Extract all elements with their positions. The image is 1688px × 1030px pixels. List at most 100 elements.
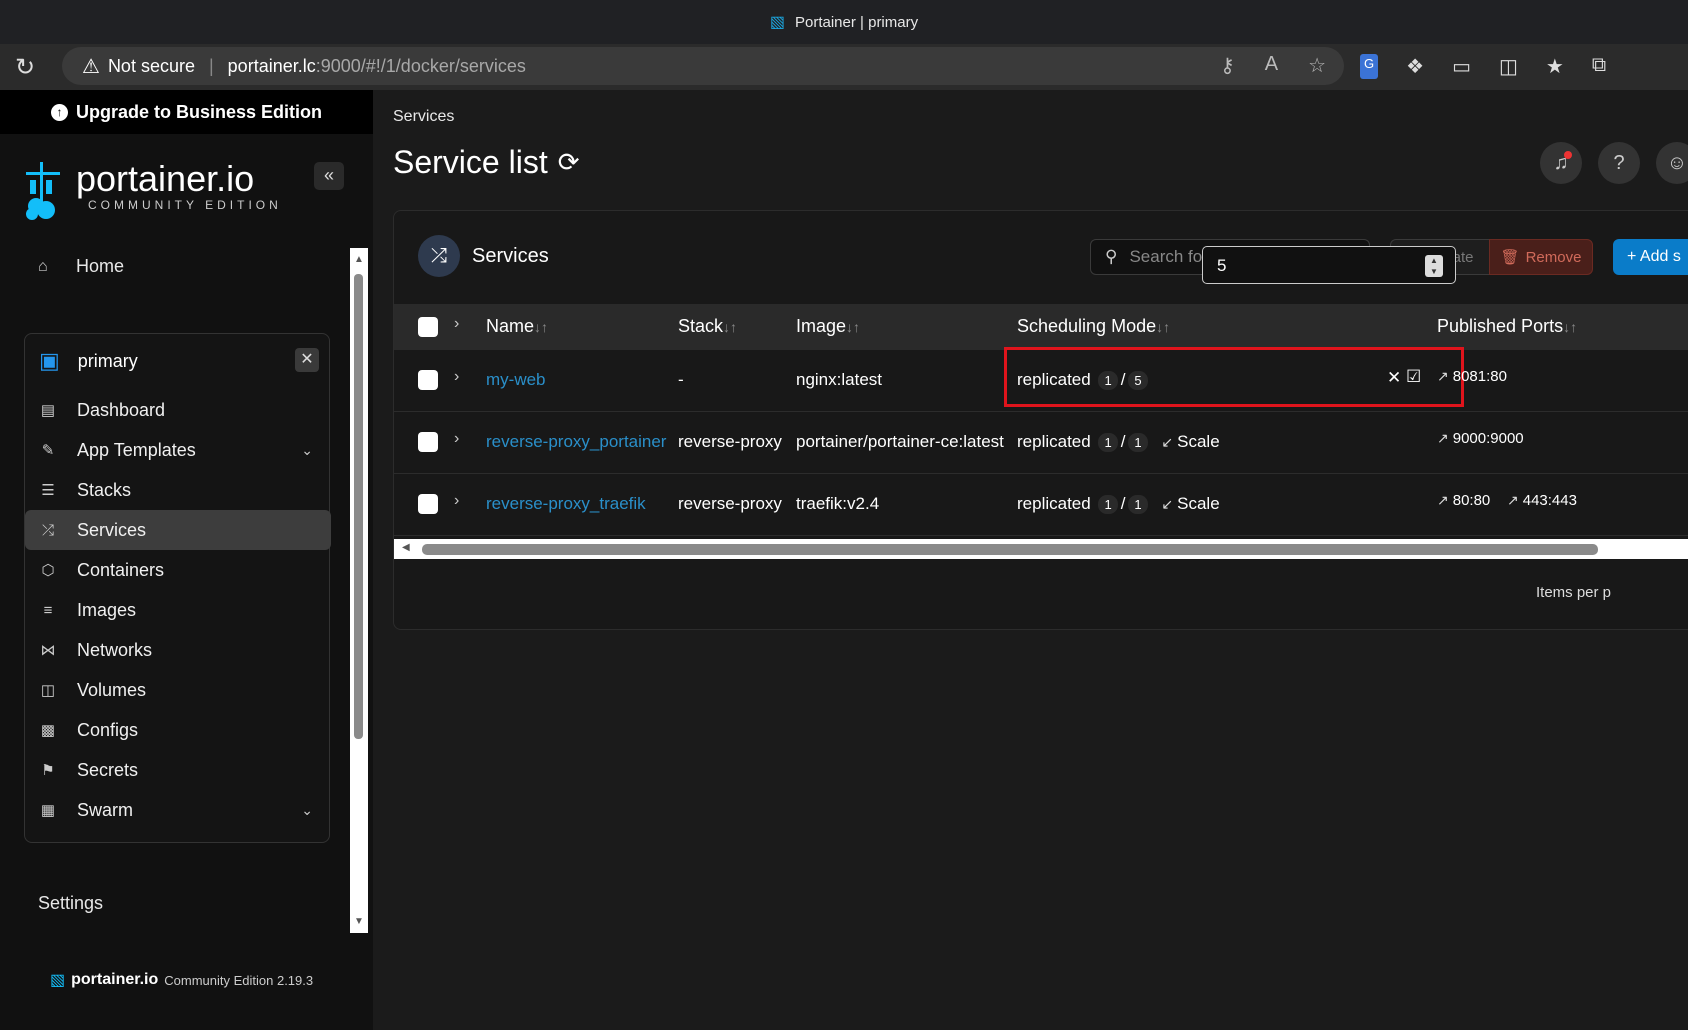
favorites-icon[interactable]: ★: [1546, 54, 1564, 79]
portainer-small-logo-icon: ▧: [50, 972, 66, 989]
column-image[interactable]: Image↓↑: [796, 316, 860, 337]
chevron-down-icon[interactable]: ⌄: [301, 442, 313, 459]
notifications-button[interactable]: ♫: [1540, 142, 1582, 184]
collections-icon[interactable]: ⧉: [1592, 54, 1606, 79]
cast-icon[interactable]: ▭: [1452, 54, 1471, 79]
clipboard-icon: ▩: [40, 722, 56, 739]
sidebar-item-containers[interactable]: ⬡ Containers: [25, 550, 331, 590]
footer-brand: ▧ portainer.io Community Edition 2.19.3: [50, 971, 314, 989]
portainer-tab-icon: ▧: [769, 14, 785, 31]
published-port-link[interactable]: ↗ 443:443: [1507, 492, 1577, 509]
layers-icon: ☰: [41, 482, 55, 499]
reload-icon[interactable]: ↻: [0, 53, 50, 82]
sidebar-item-configs[interactable]: ▩ Configs: [25, 710, 331, 750]
sidebar-item-secrets[interactable]: ⚑ Secrets: [25, 750, 331, 790]
split-screen-icon[interactable]: ◫: [1499, 54, 1518, 79]
sidebar-item-stacks[interactable]: ☰ Stacks: [25, 470, 331, 510]
service-name-link[interactable]: my-web: [486, 370, 546, 390]
help-button[interactable]: ?: [1598, 142, 1640, 184]
url-path: :9000/#!/1/docker/services: [315, 55, 526, 76]
replicas-input[interactable]: 5 ▲ ▼: [1202, 246, 1456, 284]
column-name[interactable]: Name↓↑: [486, 316, 548, 337]
cancel-icon[interactable]: ✕: [1387, 368, 1401, 388]
search-icon: ⚲: [1105, 247, 1118, 266]
expand-row-icon[interactable]: ›: [454, 368, 459, 386]
expand-row-icon[interactable]: ›: [454, 492, 459, 510]
scale-button[interactable]: Scale: [1177, 494, 1220, 513]
sort-icon: ↓↑: [534, 319, 549, 335]
scale-icon: ↙: [1161, 434, 1174, 450]
dashboard-icon: ▤: [40, 402, 56, 419]
brand-logo[interactable]: portainer.io COMMUNITY EDITION: [22, 160, 282, 222]
address-bar[interactable]: ⚠ Not secure | portainer.lc :9000/#!/1/d…: [62, 47, 1344, 85]
sidebar-item-home[interactable]: ⌂ Home: [38, 256, 124, 277]
column-stack[interactable]: Stack↓↑: [678, 316, 737, 337]
external-link-icon: ↗: [1437, 430, 1449, 446]
upgrade-button[interactable]: ↑ Upgrade to Business Edition: [0, 90, 373, 134]
external-link-icon: ↗: [1507, 492, 1519, 508]
sidebar-item-volumes[interactable]: ◫ Volumes: [25, 670, 331, 710]
arrow-up-circle-icon: ↑: [50, 103, 68, 121]
environment-panel: ▣ primary ✕ ▤ Dashboard ✎ App Templates …: [24, 333, 331, 843]
row-checkbox[interactable]: [418, 494, 438, 514]
column-scheduling-mode[interactable]: Scheduling Mode↓↑: [1017, 316, 1170, 337]
scroll-left-icon[interactable]: ◀: [402, 542, 410, 553]
published-port-link[interactable]: ↗ 9000:9000: [1437, 430, 1524, 447]
extensions-icon[interactable]: ❖: [1406, 54, 1424, 79]
key-icon[interactable]: ⚷: [1220, 53, 1235, 78]
table-row: › reverse-proxy_traefik reverse-proxy tr…: [394, 474, 1688, 536]
number-stepper[interactable]: ▲ ▼: [1425, 255, 1443, 277]
close-environment-button[interactable]: ✕: [295, 348, 319, 372]
scrollbar-thumb[interactable]: [422, 544, 1598, 555]
favorite-star-icon[interactable]: ☆: [1308, 53, 1326, 78]
confirm-check-icon[interactable]: ☑: [1406, 367, 1421, 387]
replicas-input-value: 5: [1217, 256, 1227, 275]
sidebar-item-networks[interactable]: ⋈ Networks: [25, 630, 331, 670]
read-aloud-icon[interactable]: A: [1265, 53, 1278, 78]
sidebar-item-swarm[interactable]: ▦ Swarm ⌄: [25, 790, 331, 830]
running-replicas: 1: [1098, 495, 1118, 514]
published-port-link[interactable]: ↗ 80:80: [1437, 492, 1490, 509]
translate-icon[interactable]: G: [1360, 54, 1379, 79]
service-image: portainer/portainer-ce:latest: [796, 432, 1004, 451]
external-link-icon: ↗: [1437, 492, 1449, 508]
tab-title: Portainer | primary: [795, 13, 919, 31]
scroll-up-icon[interactable]: ▲: [354, 254, 364, 265]
service-name-link[interactable]: reverse-proxy_traefik: [486, 494, 646, 514]
table-horizontal-scrollbar[interactable]: ◀: [394, 539, 1688, 559]
row-checkbox[interactable]: [418, 370, 438, 390]
sidebar-scrollbar[interactable]: ▲ ▼: [350, 248, 368, 933]
scale-button[interactable]: Scale: [1177, 432, 1220, 451]
expand-row-icon[interactable]: ›: [454, 430, 459, 448]
brand-subtitle: COMMUNITY EDITION: [88, 198, 282, 212]
sidebar-item-app-templates[interactable]: ✎ App Templates ⌄: [25, 430, 331, 470]
docker-icon: ▣: [39, 348, 60, 373]
select-all-checkbox[interactable]: [418, 317, 438, 337]
database-icon: ◫: [40, 682, 56, 699]
column-published-ports[interactable]: Published Ports↓↑: [1437, 316, 1577, 337]
collapse-sidebar-button[interactable]: «: [314, 162, 344, 190]
chevron-down-icon[interactable]: ⌄: [301, 802, 313, 819]
user-menu-button[interactable]: ☺: [1656, 142, 1688, 184]
service-name-link[interactable]: reverse-proxy_portainer: [486, 432, 666, 452]
row-checkbox[interactable]: [418, 432, 438, 452]
expand-all-icon[interactable]: ›: [454, 315, 459, 333]
scheduling-mode: replicated 1/1 ↙ Scale: [1017, 494, 1220, 514]
table-row: › my-web - nginx:latest replicated 1/5 ✕…: [394, 347, 1688, 412]
sidebar-item-settings[interactable]: Settings: [38, 893, 103, 914]
published-port-link[interactable]: ↗ 8081:80: [1437, 368, 1507, 385]
portainer-logo-icon: [22, 160, 66, 222]
sidebar-item-images[interactable]: ≡ Images: [25, 590, 331, 630]
remove-button[interactable]: 🗑 Remove: [1489, 239, 1593, 275]
service-image: traefik:v2.4: [796, 494, 880, 513]
sidebar-item-dashboard[interactable]: ▤ Dashboard: [25, 390, 331, 430]
refresh-icon[interactable]: ⟳: [558, 147, 580, 178]
security-label[interactable]: Not secure: [108, 56, 195, 77]
sidebar-item-services[interactable]: ⤮ Services: [25, 510, 331, 550]
items-per-page-label: Items per p: [1536, 584, 1612, 601]
main-content: Services Service list ⟳ ♫ ? ☺ ⤮ Services…: [373, 90, 1688, 1030]
sort-icon: ↓↑: [1156, 319, 1171, 335]
add-service-button[interactable]: + Add s: [1613, 239, 1688, 275]
scrollbar-thumb[interactable]: [354, 274, 363, 739]
scroll-down-icon[interactable]: ▼: [354, 916, 364, 927]
